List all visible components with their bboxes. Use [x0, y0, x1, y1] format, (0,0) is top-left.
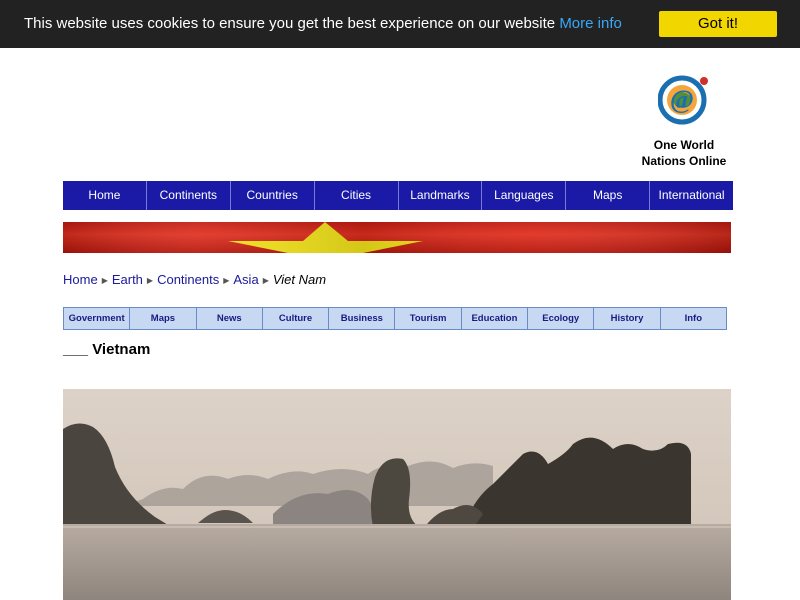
nav-item-international[interactable]: International: [650, 181, 733, 210]
vietnam-flag-star-icon: [63, 222, 731, 253]
site-name-line1: One World: [653, 138, 715, 152]
site-name-line2: Nations Online: [641, 154, 727, 168]
breadcrumb-current: Viet Nam: [272, 272, 327, 287]
breadcrumb-arrow-icon: ▶: [146, 276, 154, 285]
breadcrumb-home[interactable]: Home: [63, 272, 98, 287]
subnav-tourism[interactable]: Tourism: [395, 308, 462, 329]
breadcrumb-asia[interactable]: Asia: [233, 272, 258, 287]
subnav-education[interactable]: Education: [462, 308, 529, 329]
subnav-maps[interactable]: Maps: [130, 308, 197, 329]
subnav-business[interactable]: Business: [329, 308, 396, 329]
site-name: One World Nations Online: [630, 137, 738, 169]
cookie-message-wrap: This website uses cookies to ensure you …: [24, 15, 622, 32]
globe-at-logo-icon: @: [658, 75, 708, 125]
nav-item-home[interactable]: Home: [63, 181, 147, 210]
country-subnav: Government Maps News Culture Business To…: [63, 307, 727, 330]
nav-item-languages[interactable]: Languages: [482, 181, 567, 210]
nav-item-continents[interactable]: Continents: [147, 181, 231, 210]
subnav-history[interactable]: History: [594, 308, 661, 329]
nav-item-countries[interactable]: Countries: [231, 181, 315, 210]
subnav-ecology[interactable]: Ecology: [528, 308, 595, 329]
subnav-government[interactable]: Government: [64, 308, 131, 329]
subnav-news[interactable]: News: [197, 308, 263, 329]
subnav-culture[interactable]: Culture: [263, 308, 330, 329]
site-logo[interactable]: @ One World Nations Online: [630, 68, 738, 173]
main-nav: Home Continents Countries Cities Landmar…: [63, 181, 733, 210]
breadcrumb-arrow-icon: ▶: [101, 276, 108, 285]
svg-text:@: @: [670, 85, 694, 114]
cookie-message: This website uses cookies to ensure you …: [24, 15, 556, 32]
breadcrumb-arrow-icon: ▶: [262, 276, 269, 285]
ha-long-bay-photo: [63, 389, 731, 600]
nav-item-cities[interactable]: Cities: [315, 181, 399, 210]
subnav-info[interactable]: Info: [661, 308, 726, 329]
flag-banner: [63, 222, 731, 253]
page-title: ___ Vietnam: [63, 341, 151, 358]
breadcrumb-arrow-icon: ▶: [223, 276, 230, 285]
breadcrumb-continents[interactable]: Continents: [157, 272, 219, 287]
cookie-banner: This website uses cookies to ensure you …: [0, 0, 800, 48]
cookie-more-info-link[interactable]: More info: [559, 15, 622, 32]
cookie-accept-button[interactable]: Got it!: [659, 11, 777, 37]
breadcrumb: Home ▶ Earth ▶ Continents ▶ Asia ▶ Viet Nam: [63, 272, 326, 287]
nav-item-maps[interactable]: Maps: [566, 181, 651, 210]
landscape-image: [63, 389, 731, 600]
nav-item-landmarks[interactable]: Landmarks: [399, 181, 483, 210]
breadcrumb-earth[interactable]: Earth: [112, 272, 143, 287]
